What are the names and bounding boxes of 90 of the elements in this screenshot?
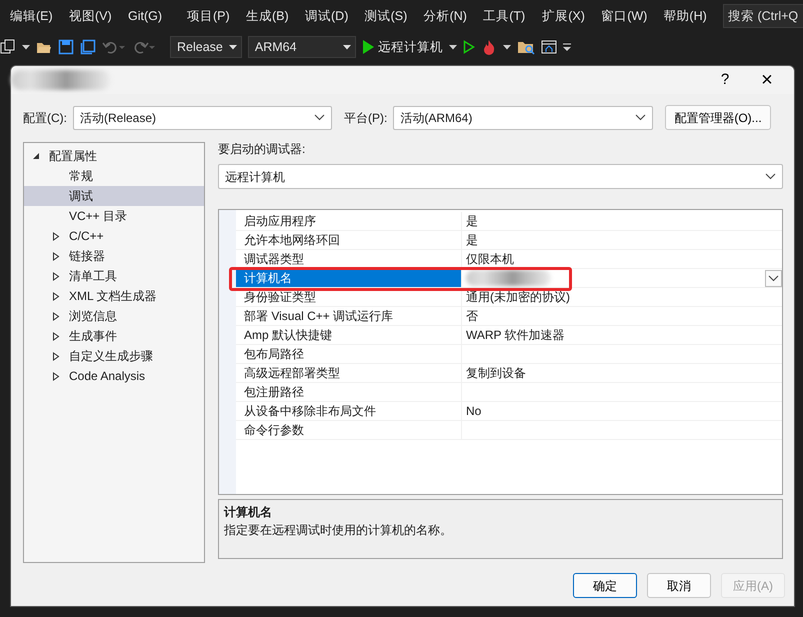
menu-item[interactable]: 项目(P) xyxy=(187,6,237,26)
tree-item[interactable]: XML 文档生成器 xyxy=(24,286,204,306)
tree-item[interactable]: 常规 xyxy=(24,166,204,186)
property-name[interactable]: 高级远程部署类型 xyxy=(236,364,462,382)
chevron-down-icon xyxy=(768,274,779,282)
menu-item[interactable]: 帮助(H) xyxy=(663,6,714,26)
chevron-down-icon xyxy=(765,173,776,180)
description-text: 指定要在远程调试时使用的计算机的名称。 xyxy=(224,522,453,539)
tree-item[interactable]: C/C++ xyxy=(24,226,204,246)
caret-icon xyxy=(342,44,351,50)
tree-item[interactable]: 自定义生成步骤 xyxy=(24,346,204,366)
dialog-button[interactable]: 取消 xyxy=(647,573,711,598)
property-name[interactable]: 身份验证类型 xyxy=(236,288,462,306)
configuration-manager-button[interactable]: 配置管理器(O)... xyxy=(665,105,771,130)
property-name[interactable]: 启动应用程序 xyxy=(236,212,462,230)
expanded-triangle-icon[interactable] xyxy=(32,152,40,160)
close-button[interactable]: × xyxy=(752,65,782,95)
menu-item[interactable]: 生成(B) xyxy=(246,6,296,26)
tree-item[interactable]: 生成事件 xyxy=(24,326,204,346)
window-stack-icon[interactable] xyxy=(0,39,16,55)
field-label: 要启动的调试器: xyxy=(218,141,306,158)
property-value: WARP 软件加速器 xyxy=(466,327,565,344)
overflow-icon[interactable] xyxy=(562,43,571,51)
configuration-dropdown[interactable]: Release xyxy=(170,36,242,58)
platform-dropdown[interactable]: ARM64 xyxy=(248,36,356,58)
collapsed-triangle-icon[interactable] xyxy=(52,272,60,280)
property-value: 复制到设备 xyxy=(466,365,526,382)
property-value: No xyxy=(466,403,482,420)
redo-icon[interactable] xyxy=(132,39,156,55)
play-icon xyxy=(362,40,374,54)
debugger-select[interactable]: 远程计算机 xyxy=(218,164,783,189)
field-label: 配置(C): xyxy=(23,110,67,126)
description-title: 计算机名 xyxy=(224,504,273,521)
property-name[interactable]: 从设备中移除非布局文件 xyxy=(236,402,462,420)
field-label: 平台(P): xyxy=(344,110,388,126)
dialog-button[interactable]: 确定 xyxy=(573,573,637,598)
menu-item[interactable]: 扩展(X) xyxy=(542,6,592,26)
save-all-icon[interactable] xyxy=(80,39,96,55)
platform-select[interactable]: 活动(ARM64) xyxy=(393,106,654,130)
chevron-down-icon xyxy=(314,114,325,121)
property-name[interactable]: 命令行参数 xyxy=(236,421,462,439)
property-value: 是 xyxy=(466,232,478,249)
play-outline-icon[interactable] xyxy=(462,40,475,54)
property-value: 否 xyxy=(466,308,478,325)
menu-item[interactable]: 窗口(W) xyxy=(601,6,654,26)
property-name[interactable]: 包注册路径 xyxy=(236,383,462,401)
window-home-icon[interactable] xyxy=(540,39,557,55)
property-value: 是 xyxy=(466,213,478,230)
caret-icon xyxy=(22,44,30,50)
property-name[interactable]: 调试器类型 xyxy=(236,250,462,268)
collapsed-triangle-icon[interactable] xyxy=(52,252,60,260)
collapsed-triangle-icon[interactable] xyxy=(52,372,60,380)
menu-item[interactable]: 测试(S) xyxy=(364,6,415,26)
property-name[interactable]: 部署 Visual C++ 调试运行库 xyxy=(236,307,462,325)
menu-item[interactable]: 工具(T) xyxy=(483,6,534,26)
tree-item[interactable]: 配置属性 xyxy=(24,146,204,166)
property-name[interactable]: 包布局路径 xyxy=(236,345,462,363)
configuration-select[interactable]: 活动(Release) xyxy=(73,106,332,130)
property-name[interactable]: Amp 默认快捷键 xyxy=(236,326,462,344)
tree-item[interactable]: Code Analysis xyxy=(24,366,204,386)
property-name[interactable]: 允许本地网络环回 xyxy=(236,231,462,249)
menu-item[interactable]: 编辑(E) xyxy=(10,6,60,26)
collapsed-triangle-icon[interactable] xyxy=(52,292,60,300)
caret-icon xyxy=(502,44,511,50)
property-value: 通用(未加密的协议) xyxy=(466,289,570,306)
collapsed-triangle-icon[interactable] xyxy=(52,352,60,360)
search-field[interactable]: 搜索 (Ctrl+Q xyxy=(723,4,803,28)
property-name[interactable]: 计算机名 xyxy=(236,269,462,287)
collapsed-triangle-icon[interactable] xyxy=(52,312,60,320)
dropdown-button[interactable] xyxy=(765,270,782,286)
caret-icon xyxy=(448,44,457,50)
tree-item[interactable]: VC++ 目录 xyxy=(24,206,204,226)
menu-item[interactable]: 分析(N) xyxy=(424,6,474,26)
run-button[interactable]: 远程计算机 xyxy=(362,38,443,56)
tree-item[interactable]: 调试 xyxy=(24,186,204,206)
undo-icon[interactable] xyxy=(102,39,126,55)
save-icon[interactable] xyxy=(58,39,74,55)
tree-item[interactable]: 浏览信息 xyxy=(24,306,204,326)
tree-item[interactable]: 链接器 xyxy=(24,246,204,266)
menu-item[interactable]: Git(G) xyxy=(128,6,178,26)
collapsed-triangle-icon[interactable] xyxy=(52,332,60,340)
tree-item[interactable]: 清单工具 xyxy=(24,266,204,286)
help-button[interactable]: ? xyxy=(710,68,740,92)
property-value: 仅限本机 xyxy=(466,251,514,268)
folder-search-icon[interactable] xyxy=(516,39,535,55)
chevron-down-icon xyxy=(635,114,646,121)
collapsed-triangle-icon[interactable] xyxy=(52,232,60,240)
menu-item[interactable]: 调试(D) xyxy=(305,6,356,26)
menu-item[interactable]: 视图(V) xyxy=(69,6,119,26)
caret-icon xyxy=(228,44,237,50)
